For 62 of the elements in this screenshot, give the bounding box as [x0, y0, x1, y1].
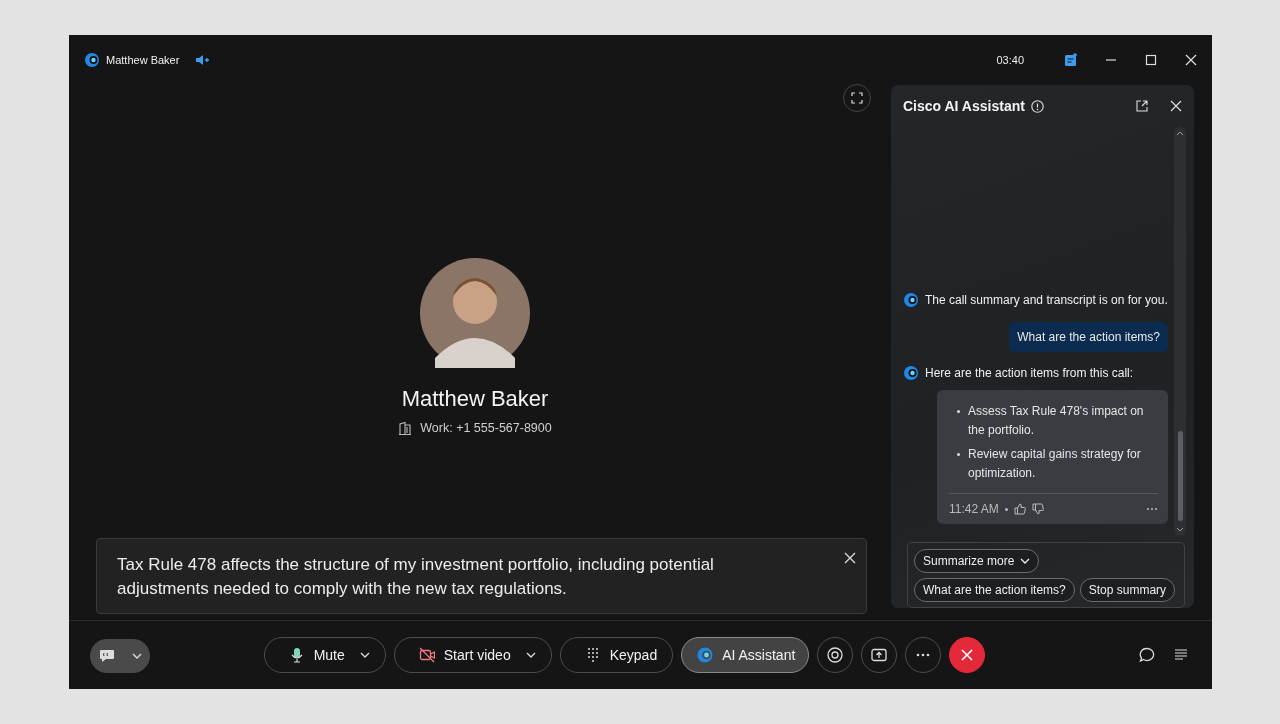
- window-title: Matthew Baker: [106, 54, 180, 66]
- pop-out-button[interactable]: [1136, 100, 1148, 112]
- chat-icon: [1139, 647, 1155, 663]
- mute-button[interactable]: Mute: [263, 637, 386, 673]
- close-button[interactable]: [1184, 53, 1198, 67]
- assistant-message: Here are the action items from this call:: [925, 366, 1135, 380]
- chevron-up-icon: [1176, 131, 1184, 136]
- app-logo-icon: [84, 52, 100, 68]
- close-button[interactable]: [844, 552, 856, 564]
- end-call-button[interactable]: [949, 637, 986, 673]
- record-icon: [827, 647, 844, 663]
- list-button[interactable]: [1173, 647, 1189, 663]
- assistant-message: The call summary and transcript is on for you.: [925, 293, 1169, 307]
- caption-text: Tax Rule 478 affects the structure of my investment portfolio, including potential adjustments needed to comply with the new tax regulations.: [117, 554, 715, 600]
- assistant-button[interactable]: AI Assistant: [681, 637, 810, 673]
- user-message: What are the action items?: [1009, 322, 1168, 352]
- suggestion-chip[interactable]: What are the action items?: [914, 578, 1075, 602]
- video-off-icon: [418, 647, 435, 663]
- speaker-icon: [195, 54, 210, 66]
- pop-out-icon: [1136, 100, 1148, 112]
- share-screen-icon: [871, 647, 888, 663]
- maximize-button[interactable]: [1144, 53, 1158, 67]
- close-icon: [1170, 100, 1182, 112]
- timestamp: 11:42 AM: [949, 502, 999, 516]
- chat-button[interactable]: [1139, 647, 1155, 663]
- maximize-icon: [1144, 53, 1158, 67]
- suggestion-chip[interactable]: Summarize more: [914, 549, 1040, 573]
- assistant-icon: [903, 365, 919, 381]
- fullscreen-button[interactable]: [843, 84, 871, 112]
- thumbs-up-button[interactable]: [1013, 503, 1026, 515]
- captions-icon: [98, 649, 115, 663]
- action-item: Assess Tax Rule 478's impact on the portfolio.: [968, 403, 1145, 439]
- fullscreen-icon: [851, 92, 863, 104]
- building-icon: [398, 421, 413, 435]
- close-icon: [844, 552, 856, 564]
- contact-name: Matthew Baker: [401, 386, 549, 412]
- scrollbar[interactable]: [1174, 127, 1186, 536]
- notes-button[interactable]: [1064, 53, 1078, 67]
- panel-title: Cisco AI Assistant: [903, 98, 1025, 114]
- chevron-down-icon: [1176, 527, 1184, 532]
- close-icon: [1184, 53, 1198, 67]
- close-button[interactable]: [1170, 100, 1182, 112]
- more-icon: [916, 653, 931, 657]
- share-button[interactable]: [861, 637, 898, 673]
- action-item: Review capital gains strategy for optimization.: [968, 446, 1142, 482]
- captions-button[interactable]: [90, 639, 150, 673]
- close-icon: [959, 647, 976, 663]
- assistant-icon: [903, 292, 919, 308]
- start-video-button[interactable]: Start video: [393, 637, 552, 673]
- thumbs-up-icon: [1013, 502, 1026, 515]
- record-button[interactable]: [817, 637, 854, 673]
- thumbs-down-icon: [1031, 502, 1044, 515]
- chevron-down-icon: [131, 653, 142, 659]
- phone-number: Work: +1 555-567-8900: [420, 421, 552, 435]
- notes-icon: [1064, 53, 1078, 67]
- call-timer: 03:40: [996, 54, 1024, 66]
- assistant-icon: [697, 647, 714, 663]
- info-icon: [1030, 99, 1044, 113]
- list-icon: [1173, 647, 1189, 663]
- keypad-button[interactable]: Keypad: [559, 637, 674, 673]
- suggestion-chip[interactable]: Stop summary: [1079, 578, 1176, 602]
- thumbs-down-button[interactable]: [1031, 503, 1044, 515]
